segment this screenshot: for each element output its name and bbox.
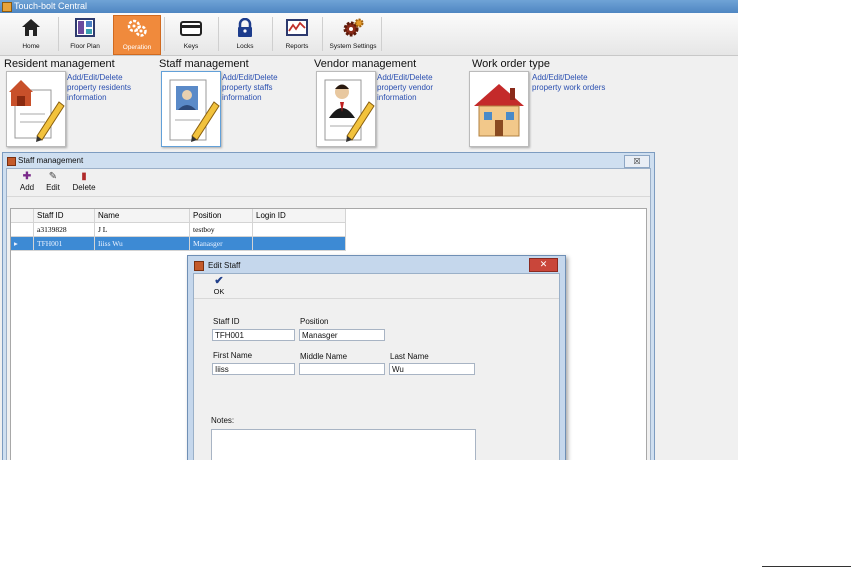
lock-icon	[236, 17, 254, 43]
toolbar-divider	[58, 17, 59, 51]
cell-staff-id[interactable]: TFH001	[33, 236, 95, 251]
main-toolbar: Home Floor Plan Operation Keys Locks Rep…	[0, 13, 738, 56]
row-pointer-icon: ▸	[14, 239, 18, 248]
tile-work-order-type[interactable]: Work order type Add/Edit/Delete property…	[469, 58, 619, 150]
edit-button[interactable]: ✎ Edit	[43, 171, 63, 195]
toolbar-locks-label: Locks	[236, 43, 254, 50]
notes-textarea[interactable]	[211, 429, 476, 460]
tile-description: Add/Edit/Delete property residents infor…	[67, 73, 132, 102]
page-rule	[762, 566, 851, 567]
toolbar-divider	[218, 17, 219, 51]
dialog-icon	[194, 261, 204, 271]
trash-icon: ▮	[81, 171, 87, 182]
cell-staff-id[interactable]: a3139828	[33, 222, 95, 237]
checkmark-icon: ✔	[214, 275, 224, 287]
ok-button[interactable]: ✔ OK	[208, 276, 230, 298]
row-header-cell[interactable]	[11, 222, 34, 237]
row-header-cell	[11, 209, 34, 223]
staff-window-title: Staff management	[18, 156, 84, 165]
window-titlebar: Touch-bolt Central	[0, 0, 738, 13]
resident-document-icon	[6, 71, 66, 147]
tile-title: Vendor management	[314, 58, 417, 70]
tile-title: Work order type	[472, 58, 551, 70]
first-name-field[interactable]: Iiiss	[212, 363, 295, 375]
toolbar-floor-plan-label: Floor Plan	[70, 43, 100, 50]
tile-description: Add/Edit/Delete property staffs informat…	[222, 73, 278, 102]
tile-description: Add/Edit/Delete property vendor informat…	[377, 73, 434, 102]
key-card-icon	[180, 18, 202, 42]
column-header-login-id[interactable]: Login ID	[252, 209, 346, 223]
home-icon	[21, 18, 41, 42]
window-title: Touch-bolt Central	[14, 1, 88, 11]
last-name-label: Last Name	[390, 352, 429, 361]
last-name-field[interactable]: Wu	[389, 363, 475, 375]
dialog-close-button[interactable]: ✕	[529, 258, 558, 272]
app-window: Touch-bolt Central Home Floor Plan Opera…	[0, 0, 738, 460]
table-header-row: Staff ID Name Position Login ID	[11, 209, 346, 223]
settings-icon	[341, 18, 365, 42]
notes-label: Notes:	[211, 416, 235, 425]
floor-plan-icon	[75, 18, 95, 42]
toolbar-floor-plan-button[interactable]: Floor Plan	[62, 15, 108, 53]
toolbar-locks-button[interactable]: Locks	[222, 15, 268, 53]
reports-icon	[286, 18, 308, 42]
app-icon	[2, 2, 12, 12]
edit-staff-dialog: Edit Staff ✕ ✔ OK Staff ID TFH001 Positi…	[187, 255, 566, 460]
house-icon	[469, 71, 529, 147]
cell-name[interactable]: Iiiss Wu	[94, 236, 190, 251]
toolbar-operation-label: Operation	[122, 44, 152, 51]
plus-icon: ✚	[22, 171, 32, 182]
dialog-toolbar: ✔ OK	[194, 274, 559, 299]
toolbar-operation-button[interactable]: Operation	[113, 15, 161, 55]
tile-vendor-management[interactable]: Vendor management Add/Edit/Delete proper…	[314, 58, 464, 150]
pencil-icon: ✎	[48, 171, 58, 182]
toolbar-keys-label: Keys	[183, 43, 199, 50]
tile-title: Resident management	[4, 58, 115, 70]
cell-position[interactable]: testboy	[189, 222, 253, 237]
middle-name-field[interactable]	[299, 363, 385, 375]
staff-id-label: Staff ID	[213, 317, 240, 326]
staff-document-icon	[161, 71, 221, 147]
delete-button[interactable]: ▮ Delete	[69, 171, 99, 195]
position-field[interactable]: Manasger	[299, 329, 385, 341]
column-header-staff-id[interactable]: Staff ID	[33, 209, 95, 223]
vendor-document-icon	[316, 71, 376, 147]
tile-staff-management[interactable]: Staff management Add/Edit/Delete propert…	[159, 58, 309, 150]
cell-name[interactable]: J L	[94, 222, 190, 237]
toolbar-divider	[272, 17, 273, 51]
staff-toolbar: ✚ Add ✎ Edit ▮ Delete	[7, 169, 650, 197]
row-selector-cell[interactable]: ▸	[11, 236, 34, 251]
tile-description: Add/Edit/Delete property work orders	[532, 73, 606, 92]
toolbar-divider	[164, 17, 165, 51]
column-header-name[interactable]: Name	[94, 209, 190, 223]
toolbar-divider	[381, 17, 382, 51]
tile-title: Staff management	[159, 58, 249, 70]
staff-table: Staff ID Name Position Login ID a3139828…	[11, 209, 346, 251]
toolbar-reports-label: Reports	[285, 43, 309, 50]
toolbar-home-label: Home	[22, 43, 40, 50]
position-label: Position	[300, 317, 329, 326]
toolbar-system-settings-label: System Settings	[329, 43, 377, 50]
cell-login-id[interactable]	[252, 236, 346, 251]
window-icon	[7, 157, 16, 166]
toolbar-divider	[322, 17, 323, 51]
table-row[interactable]: a3139828 J L testboy	[11, 222, 346, 237]
toolbar-reports-button[interactable]: Reports	[276, 15, 318, 53]
staff-id-field[interactable]: TFH001	[212, 329, 295, 341]
toolbar-home-button[interactable]: Home	[12, 15, 50, 53]
cell-login-id[interactable]	[252, 222, 346, 237]
close-button[interactable]: ☒	[624, 155, 650, 168]
column-header-position[interactable]: Position	[189, 209, 253, 223]
toolbar-system-settings-button[interactable]: System Settings	[326, 15, 380, 53]
add-button[interactable]: ✚ Add	[17, 171, 37, 195]
first-name-label: First Name	[213, 351, 253, 360]
tile-resident-management[interactable]: Resident management Add/Edit/Delete prop…	[4, 58, 154, 150]
toolbar-keys-button[interactable]: Keys	[168, 15, 214, 53]
operation-icon	[126, 19, 148, 43]
table-row[interactable]: ▸ TFH001 Iiiss Wu Manasger	[11, 236, 346, 251]
cell-position[interactable]: Manasger	[189, 236, 253, 251]
middle-name-label: Middle Name	[300, 352, 348, 361]
dialog-body: ✔ OK Staff ID TFH001 Position Manasger F…	[193, 273, 560, 460]
dialog-title: Edit Staff	[208, 261, 241, 270]
